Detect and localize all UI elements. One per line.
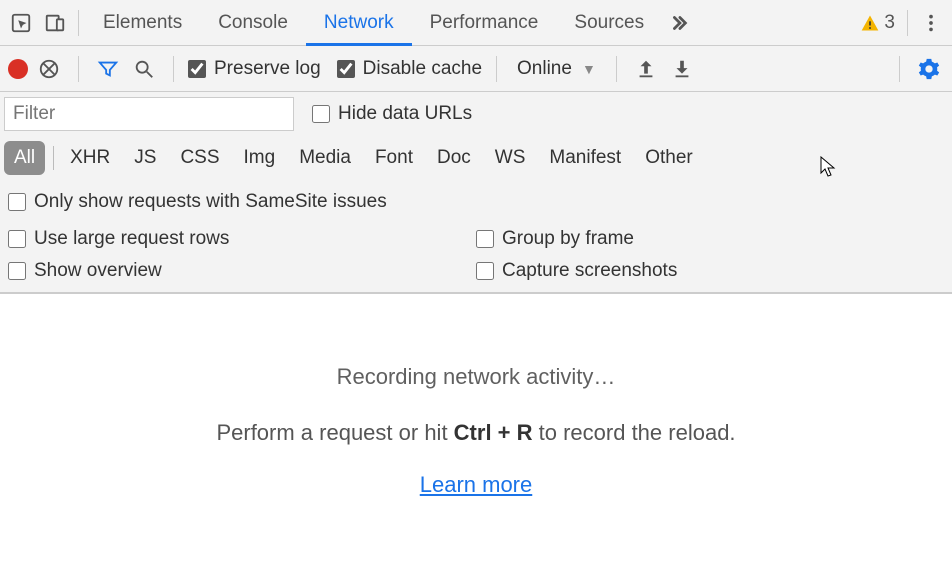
filter-toggle-icon[interactable] (93, 54, 123, 84)
capture-screenshots-checkbox[interactable]: Capture screenshots (476, 260, 944, 282)
clear-icon[interactable] (34, 54, 64, 84)
record-button[interactable] (8, 59, 28, 79)
filter-type-manifest[interactable]: Manifest (537, 141, 633, 175)
throttling-select[interactable]: Online ▼ (511, 58, 602, 80)
tab-elements[interactable]: Elements (85, 0, 200, 46)
filter-type-xhr[interactable]: XHR (58, 141, 122, 175)
hide-data-urls-checkbox[interactable]: Hide data URLs (312, 103, 472, 125)
filter-type-js[interactable]: JS (122, 141, 168, 175)
show-overview-label: Show overview (34, 260, 162, 282)
search-icon[interactable] (129, 54, 159, 84)
filter-type-ws[interactable]: WS (483, 141, 538, 175)
capture-screenshots-label: Capture screenshots (502, 260, 677, 282)
group-by-frame-checkbox[interactable]: Group by frame (476, 228, 944, 250)
tab-network[interactable]: Network (306, 0, 412, 46)
warnings-indicator[interactable]: 3 (854, 12, 901, 34)
hide-data-urls-label: Hide data URLs (338, 103, 472, 125)
download-har-icon[interactable] (667, 54, 697, 84)
filter-type-font[interactable]: Font (363, 141, 425, 175)
warnings-count: 3 (884, 12, 895, 34)
toggle-device-icon[interactable] (38, 6, 72, 40)
disable-cache-checkbox[interactable]: Disable cache (337, 58, 482, 80)
kebab-menu-icon[interactable] (914, 6, 948, 40)
empty-hint-post: to record the reload. (533, 420, 736, 445)
large-rows-checkbox[interactable]: Use large request rows (8, 228, 476, 250)
filter-type-all[interactable]: All (4, 141, 45, 175)
settings-gear-icon[interactable] (914, 54, 944, 84)
chevron-down-icon: ▼ (582, 61, 596, 77)
filter-type-css[interactable]: CSS (168, 141, 231, 175)
preserve-log-checkbox[interactable]: Preserve log (188, 58, 321, 80)
filter-type-img[interactable]: Img (232, 141, 288, 175)
preserve-log-label: Preserve log (214, 58, 321, 80)
disable-cache-label: Disable cache (363, 58, 482, 80)
tab-sources[interactable]: Sources (556, 0, 662, 46)
large-rows-label: Use large request rows (34, 228, 229, 250)
select-element-icon[interactable] (4, 6, 38, 40)
show-overview-checkbox[interactable]: Show overview (8, 260, 476, 282)
filter-input[interactable] (4, 97, 294, 131)
filter-type-media[interactable]: Media (287, 141, 363, 175)
upload-har-icon[interactable] (631, 54, 661, 84)
filter-type-doc[interactable]: Doc (425, 141, 483, 175)
learn-more-link[interactable]: Learn more (420, 472, 533, 498)
throttling-value: Online (517, 58, 572, 80)
more-tabs-icon[interactable] (662, 6, 696, 40)
filter-type-other[interactable]: Other (633, 141, 705, 175)
empty-shortcut: Ctrl + R (454, 420, 533, 445)
tab-performance[interactable]: Performance (412, 0, 557, 46)
samesite-checkbox[interactable]: Only show requests with SameSite issues (8, 191, 387, 213)
samesite-label: Only show requests with SameSite issues (34, 191, 387, 213)
group-by-frame-label: Group by frame (502, 228, 634, 250)
tab-console[interactable]: Console (200, 0, 306, 46)
empty-hint-pre: Perform a request or hit (216, 420, 453, 445)
empty-title: Recording network activity… (0, 364, 952, 390)
empty-hint: Perform a request or hit Ctrl + R to rec… (0, 420, 952, 446)
